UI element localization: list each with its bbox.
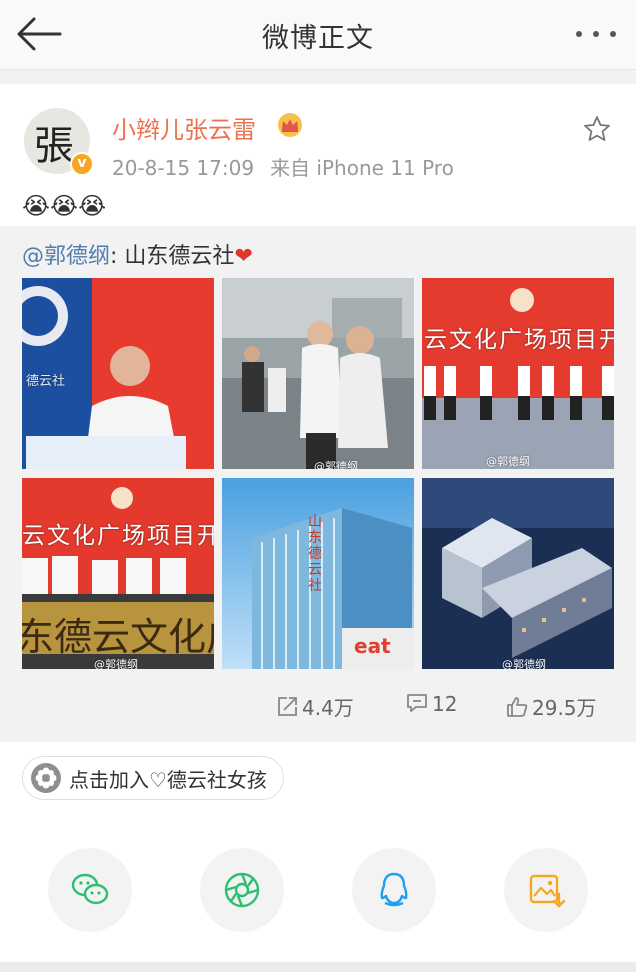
bottom-divider xyxy=(0,962,636,972)
star-icon[interactable] xyxy=(582,114,612,144)
repost-icon xyxy=(278,697,297,716)
banner-text: 德云社 xyxy=(26,374,66,389)
sign-text: 东德云文化广 xyxy=(22,615,214,659)
photo-ceremony[interactable]: 云文化广场项目开 东德云文化广 @郭德纲 xyxy=(22,478,214,669)
photo-speech[interactable]: 德云社 xyxy=(22,278,214,469)
save-image-button[interactable] xyxy=(504,848,588,932)
comment-count-label: 12 xyxy=(432,692,458,716)
chip-label: 点击加入♡德云社女孩 xyxy=(69,767,267,792)
photo-building[interactable]: 山东德云社 eat xyxy=(222,478,414,669)
thumbs-up-icon xyxy=(507,697,528,717)
photo-aerial-night[interactable]: @郭德纲 xyxy=(422,478,614,669)
repost-text: @郭德纲: 山东德云社❤ xyxy=(22,238,253,270)
photo-watermark: @郭德纲 xyxy=(314,460,358,469)
more-options-icon[interactable] xyxy=(574,26,618,40)
avatar-calligraphy: 張 xyxy=(34,123,74,169)
join-supertopic-button[interactable]: 点击加入♡德云社女孩 xyxy=(22,756,284,800)
share-qq-button[interactable] xyxy=(352,848,436,932)
heart-icon: ❤ xyxy=(234,244,253,269)
post-text: 😭😭😭 xyxy=(22,192,107,220)
photo-watermark: @郭德纲 xyxy=(486,455,530,468)
repost-body: 山东德云社 xyxy=(117,244,235,269)
qq-penguin-icon xyxy=(380,872,408,907)
page-title: 微博正文 xyxy=(262,23,374,54)
comment-count[interactable]: 12 xyxy=(406,692,457,716)
post-time: 20-8-15 17:09 xyxy=(112,156,255,180)
repost-block[interactable]: @郭德纲: 山东德云社❤ 德云社 @郭德纲 云文化广场项目开 @郭德纲 云文化广… xyxy=(0,226,636,742)
username[interactable]: 小辫儿张云雷 xyxy=(112,110,256,145)
repost-count-label: 4.4万 xyxy=(302,696,354,720)
building-logo-text: eat xyxy=(354,634,391,658)
photo-stage[interactable]: 云文化广场项目开 @郭德纲 xyxy=(422,278,614,469)
verified-badge-icon: v xyxy=(70,152,94,176)
nav-bar: 微博正文 xyxy=(0,0,636,70)
photo-watermark: @郭德纲 xyxy=(94,658,138,669)
moments-icon xyxy=(224,872,260,908)
flower-icon xyxy=(31,763,61,793)
save-image-icon xyxy=(529,874,566,908)
building-sign-text: 山东德云社 xyxy=(308,514,322,594)
section-gap xyxy=(0,70,636,84)
comment-icon xyxy=(407,694,427,712)
photo-watermark: @郭德纲 xyxy=(502,658,546,669)
banner-text: 云文化广场项目开 xyxy=(22,523,214,549)
wechat-icon xyxy=(71,873,109,905)
post-card: 張 v 小辫儿张云雷 20-8-15 17:09 来自 iPhone 11 Pro… xyxy=(0,84,636,226)
share-moments-button[interactable] xyxy=(200,848,284,932)
mention-link[interactable]: @郭德纲 xyxy=(22,244,110,269)
crown-icon[interactable] xyxy=(276,112,304,138)
post-source[interactable]: 来自 iPhone 11 Pro xyxy=(270,156,454,180)
repost-count[interactable]: 4.4万 xyxy=(276,692,354,721)
photo-walking[interactable]: @郭德纲 xyxy=(222,278,414,469)
share-wechat-button[interactable] xyxy=(48,848,132,932)
banner-text: 云文化广场项目开 xyxy=(424,327,614,353)
like-count[interactable]: 29.5万 xyxy=(506,692,597,721)
post-meta: 20-8-15 17:09 来自 iPhone 11 Pro xyxy=(112,152,454,181)
like-count-label: 29.5万 xyxy=(532,696,597,720)
